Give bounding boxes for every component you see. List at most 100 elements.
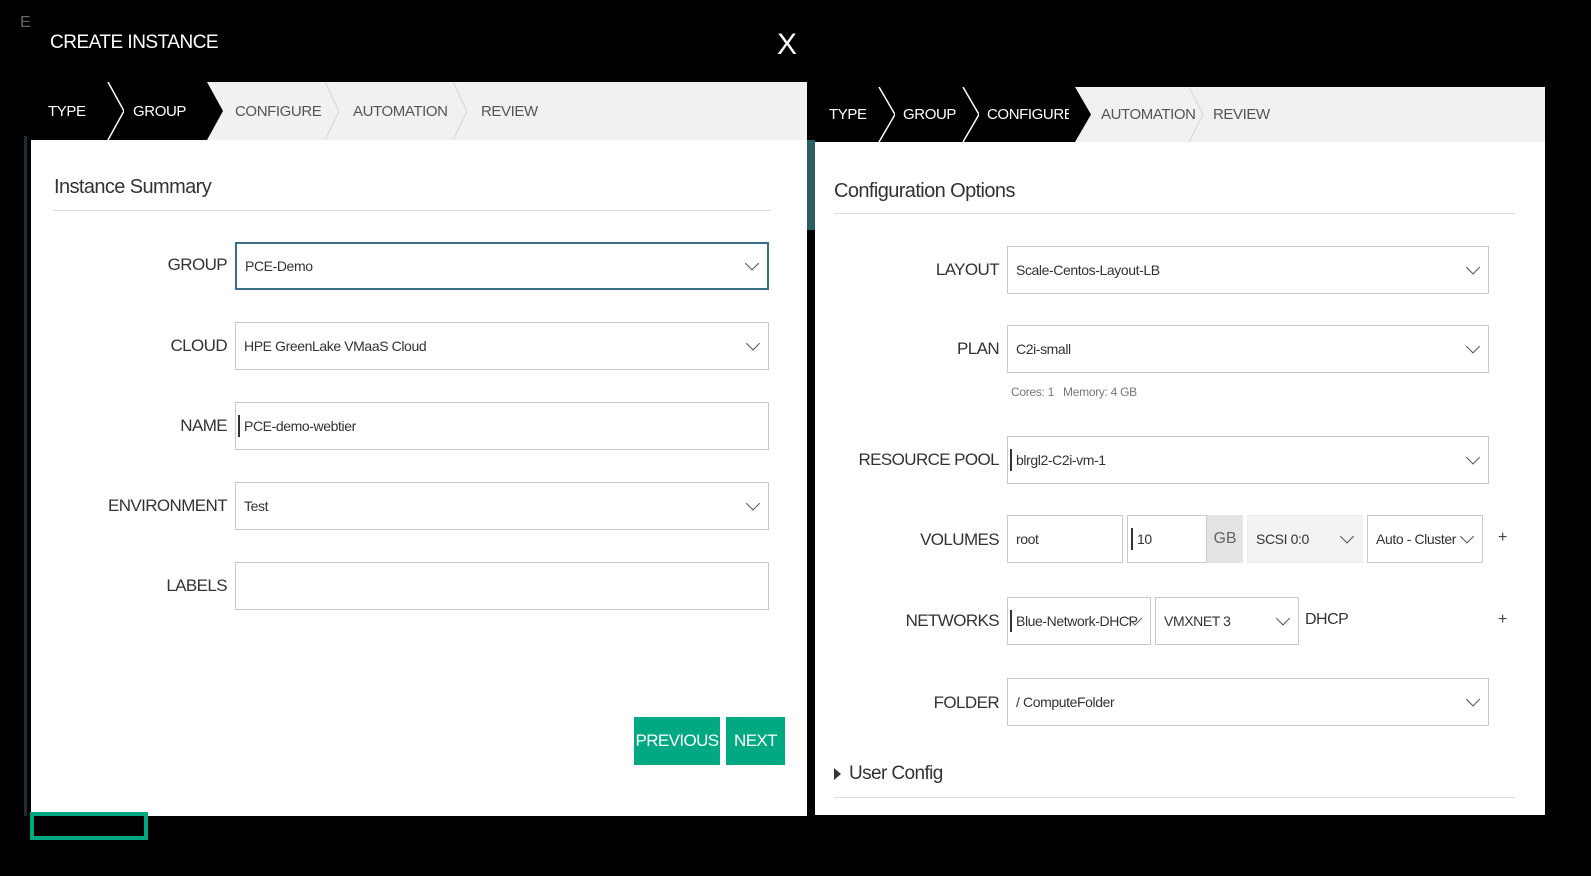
step-label: CONFIGURE <box>235 102 322 120</box>
add-network-button[interactable]: + <box>1498 611 1507 629</box>
volume-controller-select[interactable]: SCSI 0:0 <box>1247 515 1363 563</box>
plan-select[interactable]: C2i-small <box>1007 325 1489 373</box>
folder-select[interactable]: / ComputeFolder <box>1007 678 1489 726</box>
step-configure[interactable]: CONFIGURE <box>963 87 1091 142</box>
name-input[interactable]: PCE-demo-webtier <box>235 402 769 450</box>
configure-step-panel: TYPE GROUP CONFIGURE AUTOMATION REVIEW C… <box>815 87 1545 815</box>
volume-size-input[interactable]: 10 <box>1127 515 1207 563</box>
step-chevron-icon <box>873 87 895 142</box>
step-type[interactable]: TYPE <box>815 87 895 142</box>
previous-button[interactable]: PREVIOUS <box>634 717 720 765</box>
group-label: GROUP <box>167 255 228 274</box>
caret-right-icon <box>834 768 841 780</box>
plan-value: C2i-small <box>1016 341 1071 357</box>
text-cursor <box>1010 610 1012 632</box>
step-configure[interactable]: CONFIGURE <box>207 82 340 140</box>
step-chevron-icon <box>201 82 223 140</box>
divider <box>834 213 1515 214</box>
layout-select[interactable]: Scale-Centos-Layout-LB <box>1007 246 1489 294</box>
labels-input[interactable] <box>235 562 769 610</box>
step-label: AUTOMATION <box>353 102 448 120</box>
cloud-select[interactable]: HPE GreenLake VMaaS Cloud <box>235 322 769 370</box>
step-label: AUTOMATION <box>1101 106 1196 123</box>
cloud-value: HPE GreenLake VMaaS Cloud <box>244 338 427 354</box>
chevron-down-icon <box>1459 529 1475 544</box>
volumes-label: VOLUMES <box>920 530 1000 549</box>
next-button[interactable]: NEXT <box>726 717 785 765</box>
plan-label: PLAN <box>956 339 1000 358</box>
network-adapter-value: VMXNET 3 <box>1164 613 1231 629</box>
step-label: REVIEW <box>481 102 538 120</box>
step-chevron-icon <box>1069 87 1091 142</box>
environment-value: Test <box>244 498 269 514</box>
group-step-panel: TYPE GROUP CONFIGURE AUTOMATION REVIEW I… <box>31 82 807 816</box>
resource-pool-select[interactable]: blrgl2-C2i-vm-1 <box>1007 436 1489 484</box>
divider <box>54 210 770 211</box>
step-label: GROUP <box>133 102 187 120</box>
layout-value: Scale-Centos-Layout-LB <box>1016 262 1160 278</box>
step-label: GROUP <box>903 106 957 123</box>
modal-title: CREATE INSTANCE <box>50 32 219 53</box>
section-title: Instance Summary <box>54 176 212 198</box>
text-cursor <box>1131 528 1133 550</box>
group-select[interactable]: PCE-Demo <box>235 242 769 290</box>
resource-pool-label: RESOURCE POOL <box>858 450 999 469</box>
chevron-down-icon <box>1465 450 1481 465</box>
divider <box>834 797 1515 798</box>
chevron-down-icon <box>1465 692 1481 707</box>
volume-controller-value: SCSI 0:0 <box>1256 531 1309 547</box>
networks-label: NETWORKS <box>905 611 1000 630</box>
environment-label: ENVIRONMENT <box>107 496 228 515</box>
network-value: Blue-Network-DHCP <box>1016 613 1138 629</box>
step-chevron-icon <box>102 82 124 140</box>
volume-unit: GB <box>1207 515 1243 563</box>
layout-label: LAYOUT <box>935 260 1000 279</box>
network-adapter-select[interactable]: VMXNET 3 <box>1155 597 1299 645</box>
network-ip-mode: DHCP <box>1305 611 1349 628</box>
volume-datastore-value: Auto - Cluster <box>1376 531 1456 547</box>
volume-size-value: 10 <box>1137 531 1152 547</box>
volume-name-input[interactable]: root <box>1007 515 1123 563</box>
hpe-logo <box>30 812 148 840</box>
step-chevron-icon <box>957 87 979 142</box>
network-select[interactable]: Blue-Network-DHCP <box>1007 597 1151 645</box>
background-line <box>807 140 815 230</box>
step-chevron-icon <box>452 82 468 140</box>
step-chevron-icon <box>324 82 340 140</box>
background-line <box>24 136 27 816</box>
chevron-down-icon <box>1465 339 1481 354</box>
volume-datastore-select[interactable]: Auto - Cluster <box>1367 515 1483 563</box>
step-label: CONFIGURE <box>987 106 1074 123</box>
name-label: NAME <box>180 416 227 435</box>
name-value: PCE-demo-webtier <box>244 418 356 434</box>
step-type[interactable]: TYPE <box>31 82 124 140</box>
cloud-label: CLOUD <box>170 336 227 355</box>
step-chevron-icon <box>1188 87 1204 142</box>
wizard-steps: TYPE GROUP CONFIGURE AUTOMATION REVIEW <box>31 82 807 140</box>
chevron-down-icon <box>1465 260 1481 275</box>
labels-label: LABELS <box>166 576 227 595</box>
chevron-down-icon <box>1339 529 1355 544</box>
user-config-label: User Config <box>849 763 943 784</box>
folder-label: FOLDER <box>933 693 1000 712</box>
text-cursor <box>1010 449 1012 471</box>
wizard-steps: TYPE GROUP CONFIGURE AUTOMATION REVIEW <box>815 87 1545 142</box>
resource-pool-value: blrgl2-C2i-vm-1 <box>1016 452 1106 468</box>
chevron-down-icon <box>745 496 761 511</box>
chevron-down-icon <box>744 256 760 271</box>
plan-details: Cores: 1 Memory: 4 GB <box>1011 385 1137 399</box>
step-automation[interactable]: AUTOMATION <box>1075 87 1204 142</box>
chevron-down-icon <box>745 336 761 351</box>
text-cursor <box>238 415 240 437</box>
step-automation[interactable]: AUTOMATION <box>325 82 468 140</box>
environment-select[interactable]: Test <box>235 482 769 530</box>
section-title: Configuration Options <box>834 180 1015 202</box>
user-config-toggle[interactable]: User Config <box>834 763 943 785</box>
step-label: REVIEW <box>1213 106 1270 123</box>
group-value: PCE-Demo <box>245 258 313 274</box>
step-label: TYPE <box>829 106 867 123</box>
folder-value: / ComputeFolder <box>1016 694 1115 710</box>
close-icon[interactable]: X <box>777 28 797 62</box>
add-volume-button[interactable]: + <box>1498 529 1507 547</box>
volume-name-value: root <box>1016 531 1039 547</box>
